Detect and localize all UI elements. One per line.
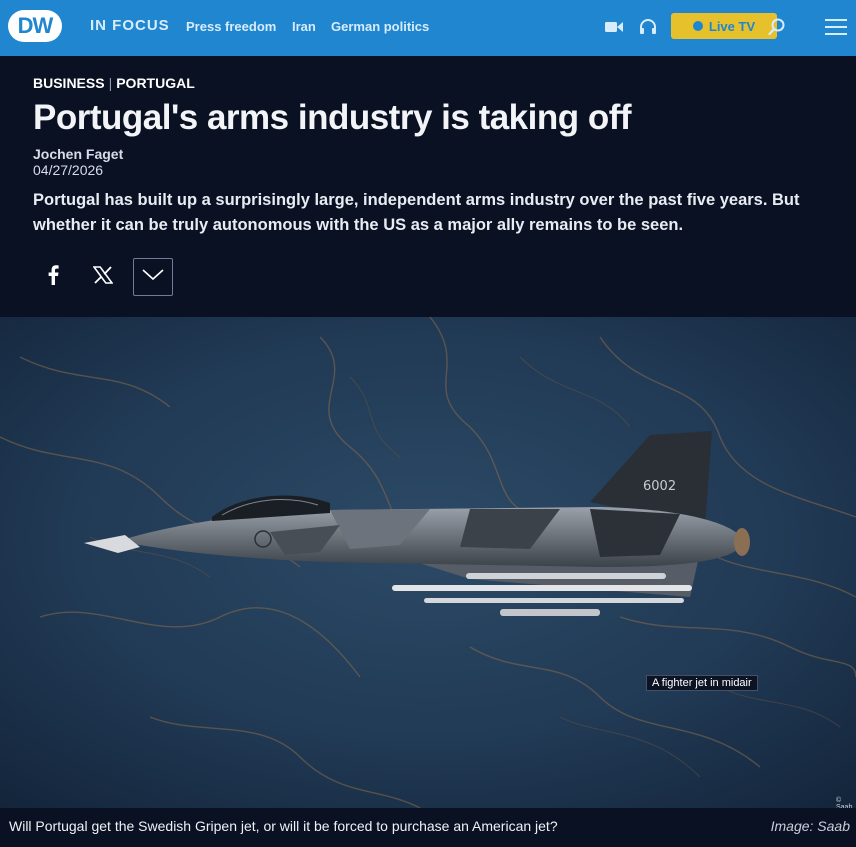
- nav-link-press-freedom[interactable]: Press freedom: [186, 19, 276, 34]
- x-icon: [92, 265, 114, 289]
- chevron-down-icon: [142, 268, 164, 286]
- image-credit: Image: Saab: [770, 818, 850, 834]
- live-tv-label: Live TV: [708, 18, 756, 34]
- nav-link-iran[interactable]: Iran: [292, 19, 316, 34]
- search-icon[interactable]: [766, 16, 788, 38]
- video-camera-icon[interactable]: [603, 16, 625, 38]
- x-share-button[interactable]: [83, 258, 123, 296]
- kicker-section-link[interactable]: BUSINESS: [33, 75, 105, 91]
- facebook-share-button[interactable]: [33, 258, 73, 296]
- kicker-separator: |: [108, 75, 113, 91]
- nav-link-german-politics[interactable]: German politics: [331, 19, 429, 34]
- top-navigation-bar: DW IN FOCUS Press freedom Iran German po…: [0, 0, 856, 56]
- facebook-icon: [47, 264, 59, 290]
- image-alt-badge: A fighter jet in midair: [646, 675, 758, 691]
- article-author[interactable]: Jochen Faget: [33, 146, 123, 162]
- article-title: Portugal's arms industry is taking off: [33, 98, 632, 137]
- article-lead: Portugal has built up a surprisingly lar…: [33, 191, 800, 234]
- menu-icon[interactable]: [824, 16, 848, 38]
- live-tv-button[interactable]: Live TV: [671, 13, 777, 39]
- live-dot-icon: [692, 21, 703, 31]
- logo-text: DW: [17, 13, 54, 38]
- hero-image: 6002: [0, 317, 856, 808]
- tail-number: 6002: [643, 479, 676, 494]
- more-share-options-button[interactable]: [133, 258, 173, 296]
- dw-logo[interactable]: DW: [8, 10, 62, 42]
- image-caption-bar: Will Portugal get the Swedish Gripen jet…: [0, 808, 856, 847]
- image-caption: Will Portugal get the Swedish Gripen jet…: [9, 818, 558, 834]
- headphones-icon[interactable]: [637, 16, 659, 38]
- kicker-region-link[interactable]: PORTUGAL: [116, 75, 195, 91]
- in-focus-label: IN FOCUS: [90, 17, 170, 34]
- article-kicker: BUSINESS | PORTUGAL: [33, 75, 195, 91]
- fighter-jet-photo: 6002: [0, 317, 856, 808]
- article-date: 04/27/2026: [33, 162, 104, 178]
